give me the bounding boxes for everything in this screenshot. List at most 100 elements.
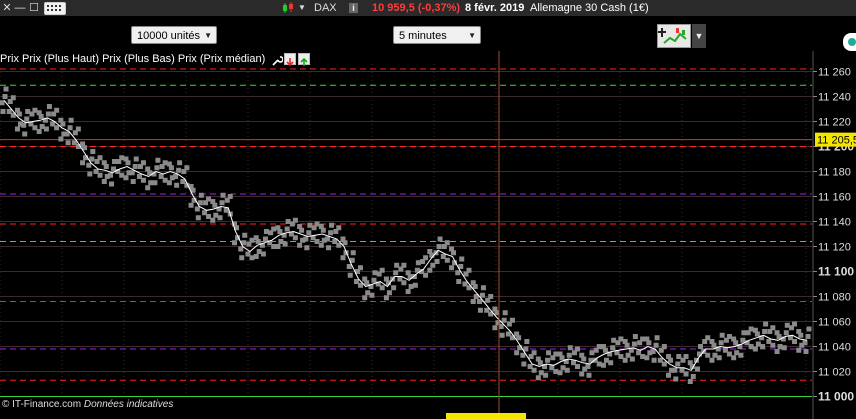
price-dot [93, 169, 99, 174]
indicators-button[interactable] [657, 24, 691, 48]
chart-toolbar: 10000 unités ▼ 5 minutes ▼ ▼ [0, 16, 856, 50]
price-dot [383, 295, 389, 301]
current-price-label: 11 205,5 [817, 135, 856, 147]
price-dot [10, 95, 16, 101]
price-dot [245, 251, 251, 257]
chevron-down-icon[interactable]: ▼ [298, 0, 306, 16]
price-dot [22, 131, 28, 137]
price-dot [340, 255, 346, 261]
price-dot [661, 344, 667, 349]
price-dot [436, 244, 442, 249]
footer-credit: © IT-Finance.com Données indicatives [2, 399, 173, 410]
price-dot [803, 349, 809, 354]
price-dot [488, 294, 494, 299]
side-panel-tab[interactable] [843, 33, 856, 51]
price-dot [709, 357, 715, 363]
price-dot [766, 339, 772, 344]
price-dot [455, 270, 461, 276]
price-dot [718, 340, 724, 346]
price-dot [543, 372, 549, 378]
price-dot [210, 199, 216, 204]
indicators-menu-caret[interactable]: ▼ [692, 24, 706, 48]
keyboard-icon[interactable] [44, 2, 66, 15]
price-dot [505, 331, 511, 337]
price-dot [796, 347, 802, 353]
price-dot [479, 292, 485, 298]
price-dot [14, 126, 20, 132]
price-dot [346, 264, 352, 269]
price-dot [762, 329, 768, 334]
arrow-up-icon[interactable] [298, 53, 311, 66]
price-dot [173, 174, 179, 179]
wrench-icon[interactable] [270, 53, 284, 66]
price-dot [535, 375, 541, 381]
price-dot [306, 230, 312, 236]
price-dot [501, 317, 507, 323]
price-dot [470, 299, 476, 304]
price-dot [227, 194, 233, 199]
price-dot [567, 345, 573, 351]
price-dot [242, 232, 248, 238]
info-icon[interactable]: i [349, 3, 358, 13]
price-dot [697, 344, 703, 349]
y-tick-label: 11 120 [818, 242, 851, 254]
price-dot [480, 285, 486, 291]
price-dot [50, 121, 56, 127]
price-dot [362, 295, 368, 301]
price-dot [347, 272, 353, 278]
interval-dropdown[interactable]: 5 minutes ▼ [393, 26, 481, 44]
price-dot [297, 242, 303, 248]
price-dot [176, 167, 182, 173]
price-dot [369, 292, 375, 298]
price-dot [651, 357, 657, 363]
y-tick-label: 11 020 [818, 367, 851, 379]
price-dot [177, 160, 183, 166]
date-label: 8 févr. 2019 [465, 2, 525, 14]
title-bar: ✕ — ☐ ▼ DAX i 10 959,5 (-0,37%) 8 févr. … [0, 0, 856, 17]
copyright-text: © IT-Finance.com [2, 399, 82, 410]
units-dropdown[interactable]: 10000 unités ▼ [131, 26, 217, 44]
maximize-icon[interactable]: ☐ [28, 0, 40, 16]
price-dot [434, 259, 440, 264]
price-dot [158, 174, 164, 179]
price-dot [427, 249, 433, 254]
price-dot [687, 379, 693, 384]
price-dot [87, 171, 93, 177]
price-dot [58, 136, 64, 142]
price-dot [332, 239, 338, 244]
price-dot [792, 321, 798, 327]
price-dot [610, 345, 616, 351]
price-dot [629, 356, 635, 362]
price-dot [514, 350, 520, 356]
minimize-icon[interactable]: — [14, 0, 26, 16]
price-dot [781, 345, 787, 351]
price-dot [220, 192, 226, 198]
price-dot [709, 339, 715, 344]
arrow-down-icon[interactable] [284, 53, 297, 67]
close-icon[interactable]: ✕ [1, 0, 13, 16]
y-tick-label: 11 180 [818, 167, 851, 179]
price-dot [535, 356, 541, 362]
price-dot [585, 364, 591, 369]
price-dot [449, 246, 455, 252]
price-dot [326, 245, 332, 251]
price-dot [54, 107, 60, 113]
status-dot-icon [848, 38, 856, 46]
price-dot [336, 225, 342, 231]
price-dot [24, 116, 30, 122]
price-dot [101, 179, 107, 184]
price-dot [806, 326, 812, 332]
y-tick-label: 11 140 [818, 217, 851, 229]
price-dot [64, 131, 70, 137]
price-dot [303, 236, 309, 242]
chevron-down-icon: ▼ [204, 31, 212, 40]
y-tick-label: 11 160 [818, 192, 851, 204]
price-dot [683, 354, 689, 359]
price-dot [68, 117, 74, 123]
price-dot [466, 267, 472, 273]
price-dot [145, 166, 151, 172]
price-dot [253, 254, 259, 259]
price-dot [654, 335, 660, 341]
price-dot [80, 160, 86, 166]
price-dot [738, 352, 744, 358]
